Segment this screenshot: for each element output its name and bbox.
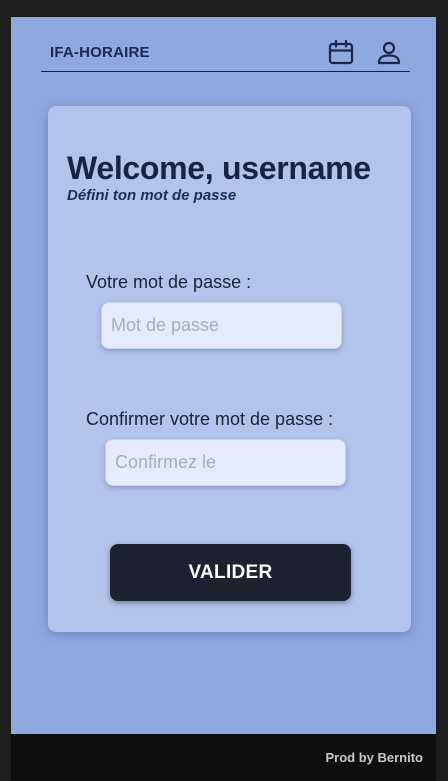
app-frame: IFA-HORAIRE Welcome, username Défini ton… xyxy=(11,17,436,734)
confirm-password-input[interactable] xyxy=(105,439,346,486)
validate-button[interactable]: VALIDER xyxy=(110,544,351,601)
header-bar: IFA-HORAIRE xyxy=(41,17,410,72)
password-label: Votre mot de passe : xyxy=(86,272,252,292)
app-title[interactable]: IFA-HORAIRE xyxy=(50,44,150,61)
calendar-button[interactable] xyxy=(327,39,355,67)
password-input[interactable] xyxy=(101,302,342,349)
welcome-heading: Welcome, username xyxy=(67,150,371,186)
profile-button[interactable] xyxy=(375,39,403,67)
password-card: Welcome, username Défini ton mot de pass… xyxy=(48,106,411,632)
subtitle: Défini ton mot de passe xyxy=(67,187,237,204)
footer-bar: Prod by Bernito xyxy=(11,734,436,781)
calendar-icon xyxy=(328,40,354,65)
confirm-password-label: Confirmer votre mot de passe : xyxy=(86,409,334,429)
footer-credit: Prod by Bernito xyxy=(325,750,423,765)
user-icon xyxy=(377,41,401,65)
